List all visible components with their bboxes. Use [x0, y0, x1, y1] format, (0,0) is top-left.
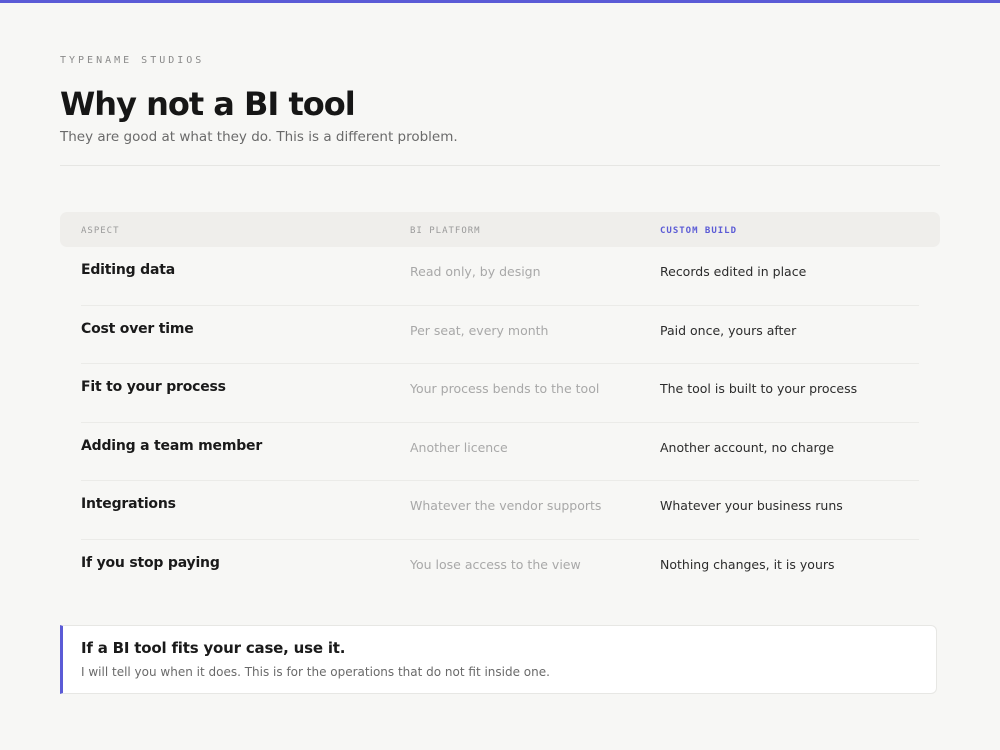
row-bi-platform: Read only, by design	[410, 264, 541, 279]
row-custom-build: Nothing changes, it is yours	[660, 556, 835, 572]
row-aspect: Integrations	[81, 496, 176, 512]
row-aspect: Adding a team member	[81, 437, 263, 454]
brand-name: TYPENAME STUDIOS	[60, 55, 205, 66]
page-title: Why not a BI tool	[60, 85, 356, 123]
row-custom-build: Another account, no charge	[660, 439, 835, 455]
header-divider	[60, 165, 940, 166]
accent-top-bar	[0, 0, 1000, 3]
table-row: Editing data Read only, by design Record…	[81, 247, 919, 306]
row-bi-platform: You lose access to the view	[410, 556, 581, 572]
table-header-row: ASPECT BI PLATFORM CUSTOM BUILD	[60, 212, 940, 247]
row-custom-build: Records edited in place	[660, 264, 807, 279]
table-row: Cost over time Per seat, every month Pai…	[81, 306, 919, 364]
row-bi-platform: Your process bends to the tool	[410, 381, 600, 396]
row-aspect: Fit to your process	[81, 379, 226, 395]
row-aspect: Editing data	[81, 262, 175, 278]
table-body: Editing data Read only, by design Record…	[60, 247, 940, 597]
column-header-aspect: ASPECT	[81, 226, 120, 236]
callout-box: If a BI tool fits your case, use it. I w…	[60, 625, 937, 694]
callout-text: I will tell you when it does. This is fo…	[81, 665, 550, 679]
page-subtitle: They are good at what they do. This is a…	[60, 129, 458, 145]
row-aspect: Cost over time	[81, 320, 194, 337]
row-bi-platform: Whatever the vendor supports	[410, 498, 602, 513]
row-custom-build: Whatever your business runs	[660, 498, 843, 513]
row-custom-build: Paid once, yours after	[660, 322, 797, 338]
row-custom-build: The tool is built to your process	[660, 381, 858, 396]
table-row: Integrations Whatever the vendor support…	[81, 481, 919, 540]
row-aspect: If you stop paying	[81, 554, 220, 571]
row-bi-platform: Another licence	[410, 439, 508, 455]
table-row: If you stop paying You lose access to th…	[81, 540, 919, 598]
comparison-table: ASPECT BI PLATFORM CUSTOM BUILD Editing …	[60, 212, 940, 597]
column-header-custom-build: CUSTOM BUILD	[660, 226, 738, 236]
column-header-bi-platform: BI PLATFORM	[410, 226, 481, 236]
callout-title: If a BI tool fits your case, use it.	[81, 639, 346, 657]
table-row: Adding a team member Another licence Ano…	[81, 423, 919, 481]
row-bi-platform: Per seat, every month	[410, 322, 549, 338]
table-row: Fit to your process Your process bends t…	[81, 364, 919, 423]
